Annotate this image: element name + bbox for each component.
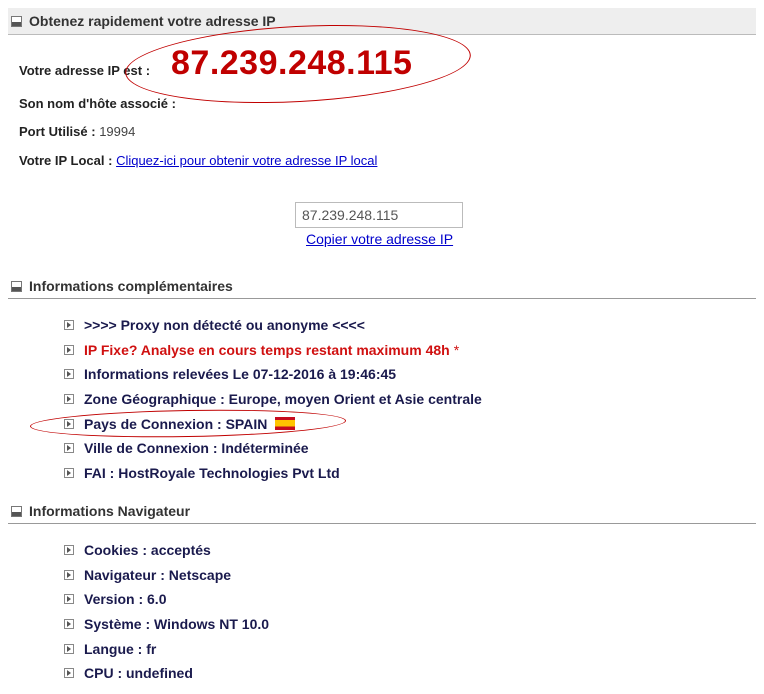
version-text: Version : 6.0: [84, 591, 167, 608]
list-item-version: Version : 6.0: [64, 587, 269, 612]
arrow-right-icon: [64, 545, 74, 556]
list-item-browser: Navigateur : Netscape: [64, 563, 269, 588]
city-text: Ville de Connexion : Indéterminée: [84, 440, 309, 457]
browser-info-list: Cookies : acceptés Navigateur : Netscape…: [64, 538, 269, 686]
browser-text: Navigateur : Netscape: [84, 566, 232, 583]
date-text: Informations relevées Le 07-12-2016 à 19…: [84, 366, 397, 383]
local-ip-row: Votre IP Local : Cliquez-ici pour obteni…: [19, 153, 377, 168]
list-item-cpu: CPU : undefined: [64, 661, 269, 686]
arrow-right-icon: [64, 569, 74, 580]
hostname-row: Son nom d'hôte associé :: [19, 96, 176, 111]
local-ip-link[interactable]: Cliquez-ici pour obtenir votre adresse I…: [116, 153, 377, 168]
cookies-text: Cookies : acceptés: [84, 542, 211, 559]
section-title-browser: Informations Navigateur: [29, 503, 191, 519]
list-item-ip-fixe: IP Fixe? Analyse en cours temps restant …: [64, 338, 482, 363]
port-value: 19994: [99, 124, 136, 139]
cpu-text: CPU : undefined: [84, 665, 193, 682]
list-item-system: Système : Windows NT 10.0: [64, 612, 269, 637]
arrow-right-icon: [64, 619, 74, 630]
list-item-city: Ville de Connexion : Indéterminée: [64, 436, 482, 461]
arrow-right-icon: [64, 369, 74, 380]
list-item-zone: Zone Géographique : Europe, moyen Orient…: [64, 387, 482, 412]
proxy-status-text: >>>> Proxy non détecté ou anonyme <<<<: [84, 317, 365, 334]
asterisk-mark: *: [453, 341, 460, 358]
arrow-right-icon: [64, 668, 74, 679]
section-header-browser[interactable]: Informations Navigateur: [8, 499, 756, 524]
list-item-language: Langue : fr: [64, 636, 269, 661]
list-item-cookies: Cookies : acceptés: [64, 538, 269, 563]
arrow-right-icon: [64, 467, 74, 478]
local-ip-label: Votre IP Local :: [19, 153, 113, 168]
collapse-icon[interactable]: [11, 505, 22, 517]
section-title-main: Obtenez rapidement votre adresse IP: [29, 13, 276, 29]
ip-copy-input[interactable]: [295, 202, 463, 228]
arrow-right-icon: [64, 594, 74, 605]
list-item-proxy: >>>> Proxy non détecté ou anonyme <<<<: [64, 313, 482, 338]
collapse-icon[interactable]: [11, 15, 22, 27]
port-row: Port Utilisé : 19994: [19, 124, 135, 139]
section-header-complementary[interactable]: Informations complémentaires: [8, 274, 756, 299]
arrow-right-icon: [64, 320, 74, 331]
collapse-icon[interactable]: [11, 280, 22, 292]
isp-text: FAI : HostRoyale Technologies Pvt Ltd: [84, 464, 340, 481]
arrow-right-icon: [64, 394, 74, 405]
list-item-date: Informations relevées Le 07-12-2016 à 19…: [64, 362, 482, 387]
hostname-label: Son nom d'hôte associé :: [19, 96, 176, 111]
copy-ip-link[interactable]: Copier votre adresse IP: [306, 231, 453, 247]
complementary-info-list: >>>> Proxy non détecté ou anonyme <<<< I…: [64, 313, 482, 485]
system-text: Système : Windows NT 10.0: [84, 616, 270, 633]
section-title-complementary: Informations complémentaires: [29, 278, 233, 294]
arrow-right-icon: [64, 443, 74, 454]
zone-text: Zone Géographique : Europe, moyen Orient…: [84, 391, 482, 408]
arrow-right-icon: [64, 344, 74, 355]
port-label: Port Utilisé :: [19, 124, 96, 139]
arrow-right-icon: [64, 643, 74, 654]
list-item-isp: FAI : HostRoyale Technologies Pvt Ltd: [64, 461, 482, 486]
language-text: Langue : fr: [84, 640, 157, 657]
ip-fixe-text: IP Fixe? Analyse en cours temps restant …: [84, 341, 450, 358]
